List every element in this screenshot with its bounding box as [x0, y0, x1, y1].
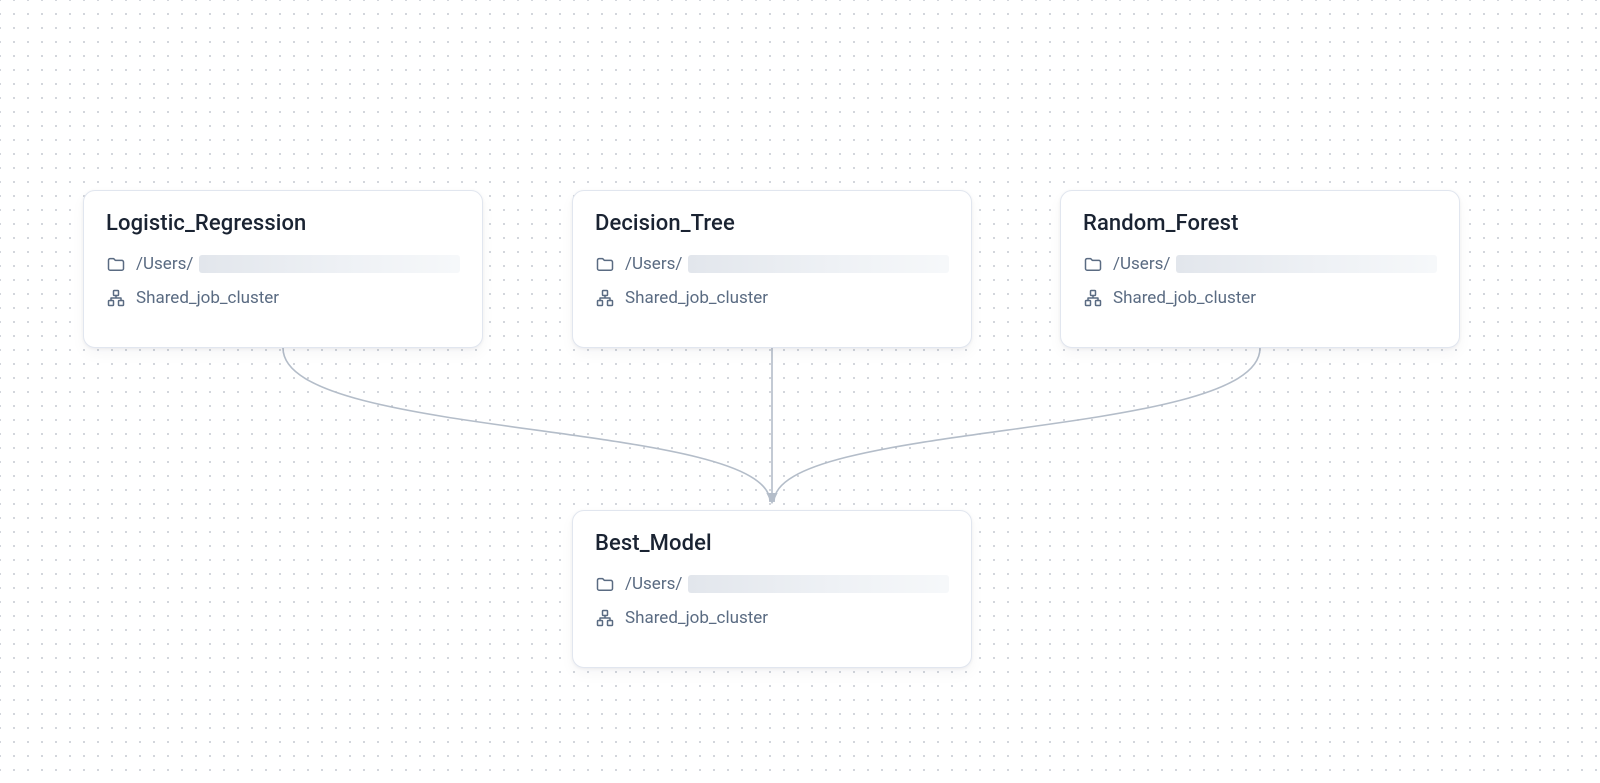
folder-icon — [1083, 254, 1103, 274]
node-cluster-label: Shared_job_cluster — [625, 608, 768, 628]
redacted-path — [199, 255, 460, 273]
node-logistic-regression[interactable]: Logistic_Regression /Users/ Shared_job_c… — [83, 190, 483, 348]
node-cluster-label: Shared_job_cluster — [1113, 288, 1256, 308]
workflow-diagram: Logistic_Regression /Users/ Shared_job_c… — [0, 0, 1600, 783]
node-decision-tree[interactable]: Decision_Tree /Users/ Shared_job_cluster — [572, 190, 972, 348]
cluster-icon — [595, 608, 615, 628]
node-cluster-row: Shared_job_cluster — [595, 286, 949, 310]
edge-forest-to-best — [774, 348, 1260, 502]
redacted-path — [688, 255, 949, 273]
node-random-forest[interactable]: Random_Forest /Users/ Shared_job_cluster — [1060, 190, 1460, 348]
node-title: Logistic_Regression — [106, 211, 460, 236]
folder-icon — [595, 574, 615, 594]
cluster-icon — [106, 288, 126, 308]
cluster-icon — [595, 288, 615, 308]
node-title: Best_Model — [595, 531, 949, 556]
redacted-path — [688, 575, 949, 593]
node-cluster-row: Shared_job_cluster — [595, 606, 949, 630]
node-path-row: /Users/ — [106, 252, 460, 276]
node-path-row: /Users/ — [595, 252, 949, 276]
node-title: Decision_Tree — [595, 211, 949, 236]
node-title: Random_Forest — [1083, 211, 1437, 236]
folder-icon — [106, 254, 126, 274]
cluster-icon — [1083, 288, 1103, 308]
node-cluster-label: Shared_job_cluster — [625, 288, 768, 308]
node-path-prefix: /Users/ — [1113, 254, 1170, 274]
node-path-row: /Users/ — [595, 572, 949, 596]
node-path-row: /Users/ — [1083, 252, 1437, 276]
node-best-model[interactable]: Best_Model /Users/ Shared_job_cluster — [572, 510, 972, 668]
folder-icon — [595, 254, 615, 274]
node-path-prefix: /Users/ — [625, 574, 682, 594]
redacted-path — [1176, 255, 1437, 273]
node-path-prefix: /Users/ — [625, 254, 682, 274]
node-cluster-row: Shared_job_cluster — [1083, 286, 1437, 310]
edge-logreg-to-best — [283, 348, 770, 502]
node-path-prefix: /Users/ — [136, 254, 193, 274]
node-cluster-label: Shared_job_cluster — [136, 288, 279, 308]
node-cluster-row: Shared_job_cluster — [106, 286, 460, 310]
